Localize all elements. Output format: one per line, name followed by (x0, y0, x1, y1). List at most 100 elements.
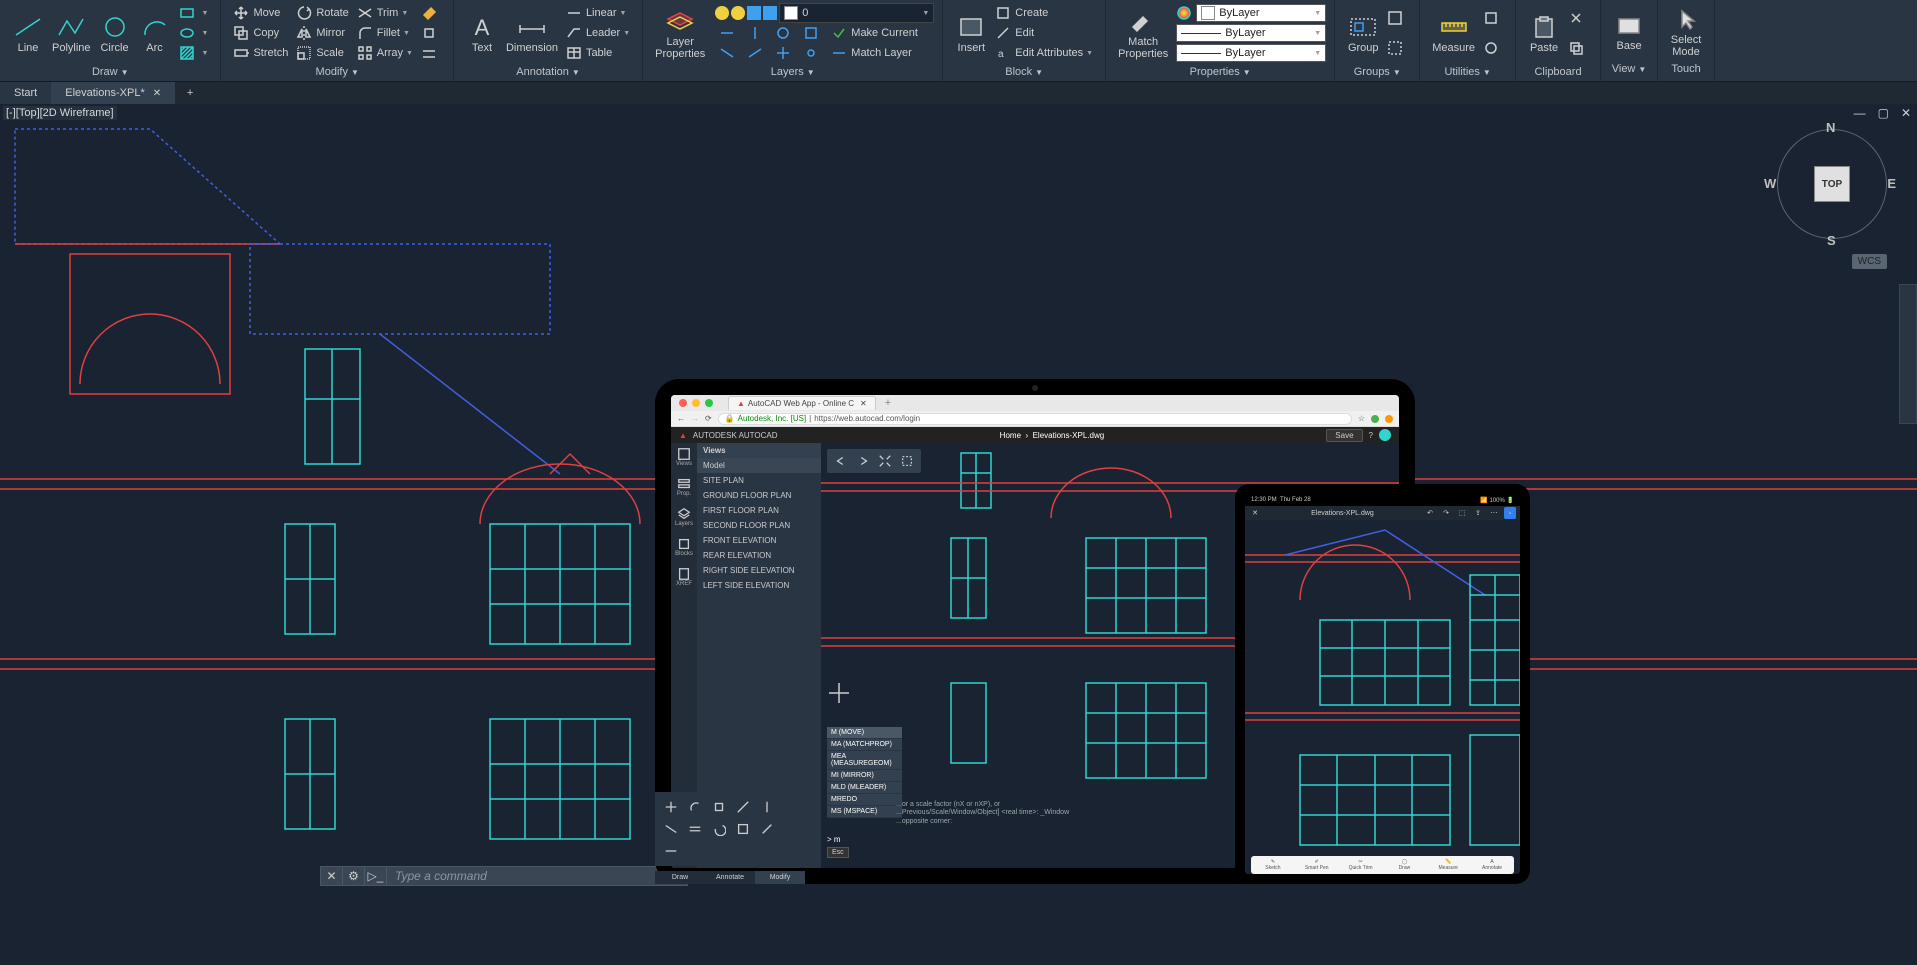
close-icon[interactable]: ✕ (153, 88, 161, 99)
measure-tool[interactable]: Measure (1428, 11, 1479, 56)
viewcube-w[interactable]: W (1764, 176, 1776, 191)
view-item[interactable]: LEFT SIDE ELEVATION (697, 578, 821, 593)
tab-start[interactable]: Start (0, 82, 51, 104)
utilities-panel-label[interactable]: Utilities▼ (1428, 63, 1507, 81)
cmd-customize[interactable]: ⚙ (343, 866, 365, 886)
group-btn-2[interactable] (1383, 38, 1411, 58)
view-item[interactable]: FIRST FLOOR PLAN (697, 503, 821, 518)
url-field[interactable]: 🔒Autodesk, Inc. [US]|https://web.autocad… (718, 413, 1352, 425)
copy-clip-btn[interactable] (1564, 38, 1592, 58)
prop-linetype[interactable]: ByLayer▼ (1176, 44, 1326, 62)
tablet-tool-measure[interactable]: 📏Measure (1426, 856, 1470, 874)
nav-bar[interactable] (1899, 284, 1917, 424)
viewcube-top[interactable]: TOP (1814, 166, 1850, 202)
tablet-layers-icon[interactable]: ⬚ (1456, 507, 1468, 519)
tablet-tool-quicktrim[interactable]: ✂Quick Trim (1339, 856, 1383, 874)
select-mode-tool[interactable]: Select Mode (1666, 3, 1706, 60)
leader-tool[interactable]: Leader▼ (562, 23, 634, 43)
wtb-trim[interactable] (671, 820, 681, 838)
trim-tool[interactable]: Trim▼ (353, 3, 417, 23)
view-item[interactable]: REAR ELEVATION (697, 548, 821, 563)
prop-color[interactable]: ByLayer▼ (1196, 4, 1326, 22)
rotate-tool[interactable]: Rotate (292, 3, 352, 23)
groups-panel-label[interactable]: Groups▼ (1343, 63, 1411, 81)
save-button[interactable]: Save (1326, 429, 1362, 442)
mac-min-icon[interactable] (692, 399, 700, 407)
layer-btn-3[interactable] (771, 23, 799, 43)
side-blocks[interactable]: Blocks (675, 537, 693, 559)
tablet-redo-icon[interactable]: ↷ (1440, 507, 1452, 519)
annotation-panel-label[interactable]: Annotation▼ (462, 63, 634, 81)
base-tool[interactable]: Base (1609, 9, 1649, 54)
wtb-rotate[interactable] (709, 798, 729, 816)
insert-tool[interactable]: Insert (951, 11, 991, 56)
properties-panel-label[interactable]: Properties▼ (1114, 63, 1326, 81)
layer-btn-6[interactable] (743, 43, 771, 63)
rect-tool[interactable]: ▼ (175, 3, 213, 23)
line-tool[interactable]: Line (8, 11, 48, 56)
reload-icon[interactable]: ⟳ (705, 414, 712, 423)
edit-block[interactable]: Edit (991, 23, 1097, 43)
explode-tool[interactable] (417, 23, 445, 43)
table-tool[interactable]: Table (562, 43, 634, 63)
match-layer[interactable]: Match Layer (827, 43, 916, 63)
layer-btn-8[interactable] (799, 43, 827, 63)
wtb-redo[interactable] (733, 820, 753, 838)
suggestion-item[interactable]: M (MOVE) (827, 727, 902, 739)
esc-button[interactable]: Esc (827, 847, 849, 858)
make-current[interactable]: Make Current (827, 23, 922, 43)
mac-close-icon[interactable] (679, 399, 687, 407)
cut-btn[interactable] (1564, 8, 1592, 28)
tablet-undo-icon[interactable]: ↶ (1424, 507, 1436, 519)
move-tool[interactable]: Move (229, 3, 292, 23)
view-item[interactable]: Model (697, 458, 821, 473)
tablet-export-icon[interactable]: ⇪ (1472, 507, 1484, 519)
erase-tool[interactable] (417, 3, 445, 23)
suggestion-item[interactable]: MA (MATCHPROP) (827, 739, 902, 751)
group-btn-1[interactable] (1383, 8, 1411, 28)
layer-btn-1[interactable] (715, 23, 743, 43)
layers-panel-label[interactable]: Layers▼ (651, 63, 934, 81)
fillet-tool[interactable]: Fillet▼ (353, 23, 417, 43)
modify-panel-label[interactable]: Modify▼ (229, 63, 445, 81)
tablet-tool-sketch[interactable]: ✎Sketch (1251, 856, 1295, 874)
layer-btn-2[interactable] (743, 23, 771, 43)
tablet-tool-draw[interactable]: ◯Draw (1382, 856, 1426, 874)
wtb-copy[interactable] (685, 798, 705, 816)
cmd-close[interactable]: ✕ (321, 866, 343, 886)
hatch-tool[interactable]: ▼ (175, 43, 213, 63)
side-prop[interactable]: Prop. (675, 477, 693, 499)
side-layers[interactable]: Layers (675, 507, 693, 529)
layer-btn-5[interactable] (715, 43, 743, 63)
new-tab-icon[interactable]: + (885, 397, 891, 409)
viewcube-s[interactable]: S (1827, 233, 1836, 248)
mac-max-icon[interactable] (705, 399, 713, 407)
wtb-erase[interactable] (757, 820, 777, 838)
tab-new[interactable]: + (175, 82, 205, 104)
layer-btn-4[interactable] (799, 23, 827, 43)
tab-file[interactable]: Elevations-XPL*✕ (51, 82, 175, 104)
suggestion-item[interactable]: MS (MSPACE) (827, 806, 902, 818)
scale-tool[interactable]: Scale (292, 43, 352, 63)
util-btn-2[interactable] (1479, 38, 1507, 58)
suggestion-item[interactable]: MREDO (827, 794, 902, 806)
util-btn-1[interactable] (1479, 8, 1507, 28)
help-icon[interactable]: ? (1369, 431, 1373, 440)
copy-tool[interactable]: Copy (229, 23, 292, 43)
array-tool[interactable]: Array▼ (353, 43, 417, 63)
suggestion-item[interactable]: MEA (MEASUREGEOM) (827, 751, 902, 770)
wtb-explode[interactable] (671, 842, 681, 860)
web-command-input[interactable]: > m (827, 835, 841, 844)
tablet-close-icon[interactable]: ✕ (1249, 507, 1261, 519)
layer-btn-7[interactable] (771, 43, 799, 63)
wtb-undo[interactable] (709, 820, 729, 838)
block-panel-label[interactable]: Block▼ (951, 63, 1097, 81)
text-tool[interactable]: AText (462, 11, 502, 56)
fwd-icon[interactable]: → (691, 414, 699, 423)
browser-tab[interactable]: ▲AutoCAD Web App - Online C✕ (728, 396, 876, 410)
view-item[interactable]: RIGHT SIDE ELEVATION (697, 563, 821, 578)
offset-tool[interactable] (417, 43, 445, 63)
tablet-action-icon[interactable]: ▫ (1504, 507, 1516, 519)
create-block[interactable]: Create (991, 3, 1097, 23)
draw-panel-label[interactable]: Draw▼ (8, 63, 212, 81)
